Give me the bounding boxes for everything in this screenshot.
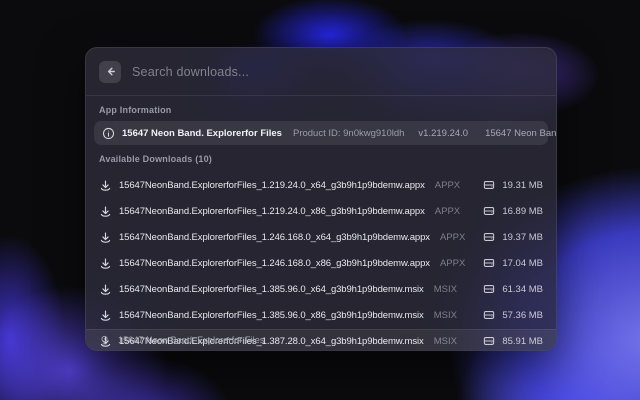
download-filename: 15647NeonBand.ExplorerforFiles_1.219.24.…: [119, 206, 425, 217]
download-icon: [99, 283, 112, 296]
disk-icon: [483, 283, 495, 295]
download-filename: 15647NeonBand.ExplorerforFiles_1.385.96.…: [119, 284, 424, 295]
download-size: 16.89 MB: [502, 206, 543, 217]
downloads-window: Search downloads... App Information 1564…: [85, 47, 557, 351]
info-icon: [102, 127, 115, 140]
download-size: 57.36 MB: [502, 310, 543, 321]
window-footer: 15647 Neon Band. Explorerfor Files: [86, 329, 556, 350]
disk-icon: [483, 179, 495, 191]
download-row[interactable]: 15647NeonBand.ExplorerforFiles_1.246.168…: [86, 224, 556, 250]
download-type-badge: APPX: [435, 206, 460, 217]
download-filename: 15647NeonBand.ExplorerforFiles_1.246.168…: [119, 232, 430, 243]
product-id: Product ID: 9n0kwg910ldh: [293, 128, 404, 139]
app-info-row[interactable]: 15647 Neon Band. Explorerfor Files Produ…: [94, 121, 548, 145]
download-filename: 15647NeonBand.ExplorerforFiles_1.219.24.…: [119, 180, 425, 191]
download-size: 19.37 MB: [502, 232, 543, 243]
search-input[interactable]: Search downloads...: [132, 65, 543, 79]
available-downloads-label: Available Downloads (10): [86, 145, 556, 170]
disk-icon: [483, 309, 495, 321]
disk-icon: [483, 231, 495, 243]
download-icon: [99, 309, 112, 322]
app-store-icon: [99, 335, 110, 346]
download-row[interactable]: 15647NeonBand.ExplorerforFiles_1.246.168…: [86, 250, 556, 276]
download-type-badge: APPX: [440, 232, 465, 243]
search-bar: Search downloads...: [86, 48, 556, 96]
download-row[interactable]: 15647NeonBand.ExplorerforFiles_1.385.96.…: [86, 302, 556, 328]
app-information-label: App Information: [86, 96, 556, 121]
arrow-left-icon: [104, 65, 117, 78]
back-button[interactable]: [99, 61, 121, 83]
app-name: 15647 Neon Band. Explorerfor Files: [122, 128, 282, 139]
footer-app-name: 15647 Neon Band. Explorerfor Files: [118, 335, 264, 345]
download-type-badge: APPX: [440, 258, 465, 269]
download-icon: [99, 257, 112, 270]
download-icon: [99, 179, 112, 192]
disk-icon: [483, 205, 495, 217]
download-icon: [99, 205, 112, 218]
download-size: 17.04 MB: [502, 258, 543, 269]
download-size: 19.31 MB: [502, 180, 543, 191]
app-publisher: 15647 Neon Band: [485, 128, 557, 139]
download-row[interactable]: 15647NeonBand.ExplorerforFiles_1.219.24.…: [86, 198, 556, 224]
download-row[interactable]: 15647NeonBand.ExplorerforFiles_1.385.96.…: [86, 276, 556, 302]
download-type-badge: MSIX: [434, 310, 457, 321]
download-icon: [99, 231, 112, 244]
download-type-badge: APPX: [435, 180, 460, 191]
download-type-badge: MSIX: [434, 284, 457, 295]
app-version: v1.219.24.0: [418, 128, 468, 139]
download-filename: 15647NeonBand.ExplorerforFiles_1.385.96.…: [119, 310, 424, 321]
disk-icon: [483, 257, 495, 269]
download-size: 61.34 MB: [502, 284, 543, 295]
download-row[interactable]: 15647NeonBand.ExplorerforFiles_1.219.24.…: [86, 172, 556, 198]
downloads-list: 15647NeonBand.ExplorerforFiles_1.219.24.…: [86, 170, 556, 351]
download-filename: 15647NeonBand.ExplorerforFiles_1.246.168…: [119, 258, 430, 269]
